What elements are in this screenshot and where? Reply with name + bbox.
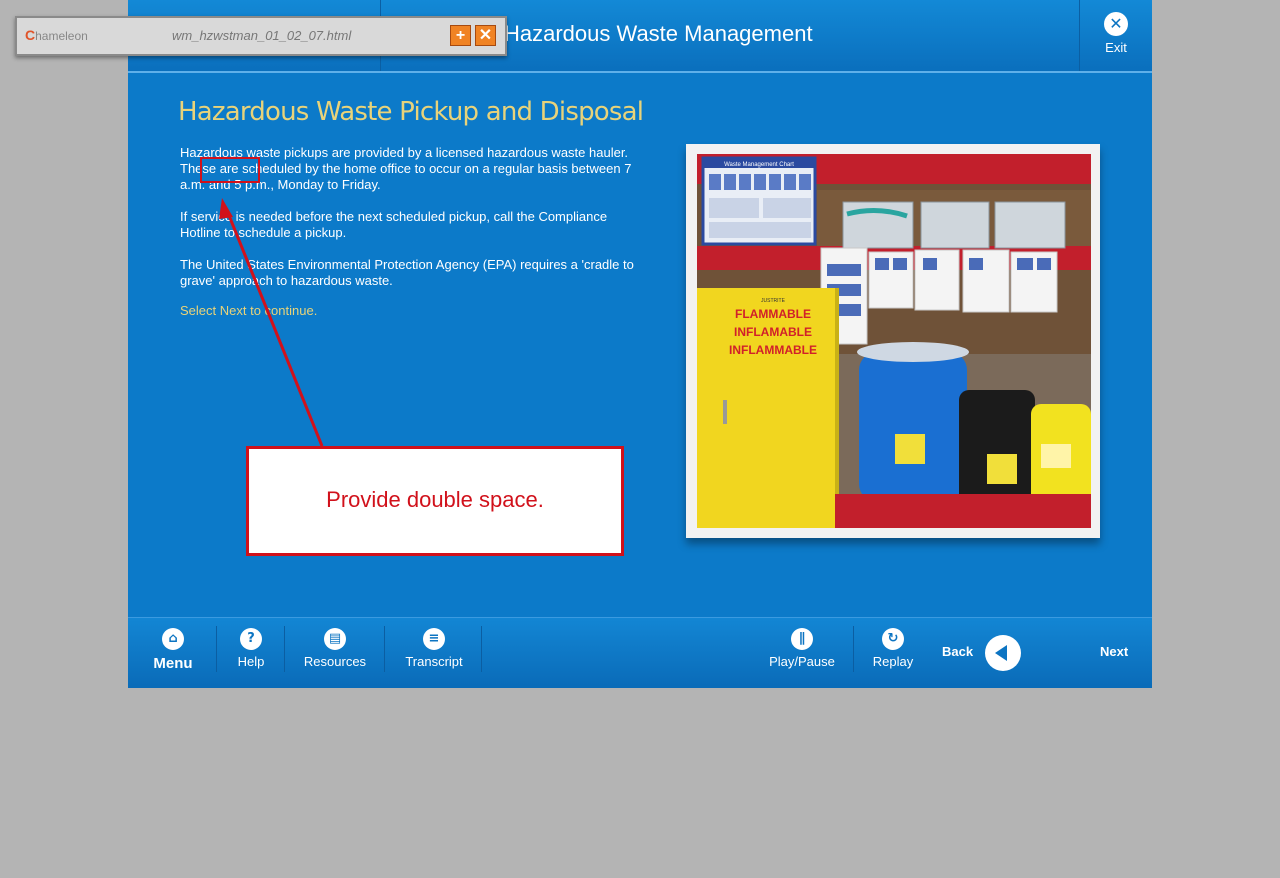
close-icon: ✕	[1104, 12, 1128, 36]
footer-divider	[284, 626, 285, 672]
replay-button[interactable]: ↻ Replay	[866, 628, 920, 669]
storage-illustration: Waste Management Chart FLAMMABLE INFLAMA…	[697, 154, 1091, 528]
resources-button[interactable]: ▤ Resources	[298, 628, 372, 669]
document-icon: ▤	[324, 628, 346, 650]
course-player: Hazardous Waste Management ✕ Exit Hazard…	[128, 0, 1152, 688]
help-label: Help	[237, 654, 265, 669]
logo-initial: C	[25, 27, 36, 43]
course-title: Hazardous Waste Management	[504, 21, 813, 46]
review-comment-text: Provide double space.	[326, 487, 544, 512]
home-icon: ⌂	[162, 628, 184, 650]
menu-button[interactable]: ⌂ Menu	[148, 628, 198, 672]
body-paragraph: If service is needed before the next sch…	[180, 209, 608, 240]
footer-divider	[481, 626, 482, 672]
replay-label: Replay	[872, 654, 914, 669]
question-icon: ?	[240, 628, 262, 650]
next-button[interactable]: Next	[1100, 644, 1128, 659]
review-toolbar: Chameleon wm_hzwstman_01_02_07.html + ✕	[15, 16, 507, 56]
header-divider	[1079, 0, 1080, 71]
exit-button[interactable]: ✕ Exit	[1088, 12, 1144, 62]
exit-label: Exit	[1105, 40, 1127, 55]
back-button[interactable]	[985, 635, 1021, 671]
inflamable-label: INFLAMABLE	[734, 325, 812, 339]
inflammable-label: INFLAMMABLE	[729, 343, 817, 357]
replay-icon: ↻	[882, 628, 904, 650]
add-comment-button[interactable]: +	[450, 25, 471, 46]
play-pause-label: Play/Pause	[769, 654, 835, 669]
help-button[interactable]: ? Help	[228, 628, 274, 669]
review-comment-box: Provide double space.	[246, 446, 624, 556]
play-pause-button[interactable]: ∥ Play/Pause	[762, 628, 842, 669]
hazmat-storage-photo: Waste Management Chart FLAMMABLE INFLAMA…	[697, 154, 1091, 528]
list-icon: ≡	[423, 628, 445, 650]
footer-divider	[384, 626, 385, 672]
resources-label: Resources	[303, 654, 367, 669]
logo-text: hameleon	[35, 29, 88, 43]
brand-label: JUSTRITE	[761, 298, 786, 304]
footer-divider	[853, 626, 854, 672]
transcript-label: Transcript	[405, 654, 463, 669]
transcript-button[interactable]: ≡ Transcript	[398, 628, 470, 669]
instruction-text: Select Next to continue.	[180, 303, 318, 318]
chameleon-logo: Chameleon	[25, 27, 88, 43]
close-toolbar-button[interactable]: ✕	[475, 25, 496, 46]
pause-icon: ∥	[791, 628, 813, 650]
body-paragraph: The United States Environmental Protecti…	[180, 257, 634, 288]
slide-title: Hazardous Waste Pickup and Disposal	[178, 97, 644, 127]
menu-label: Menu	[153, 655, 193, 672]
filename-label: wm_hzwstman_01_02_07.html	[172, 28, 352, 43]
footer-divider	[216, 626, 217, 672]
flammable-label: FLAMMABLE	[735, 307, 811, 321]
chart-poster-title: Waste Management Chart	[724, 162, 794, 168]
photo-frame: Waste Management Chart FLAMMABLE INFLAMA…	[686, 144, 1100, 538]
highlight-box	[200, 157, 260, 183]
back-arrow-icon	[995, 645, 1007, 661]
course-footer: ⌂ Menu ? Help ▤ Resources ≡ Transcript ∥…	[128, 617, 1152, 688]
back-label[interactable]: Back	[942, 644, 973, 659]
